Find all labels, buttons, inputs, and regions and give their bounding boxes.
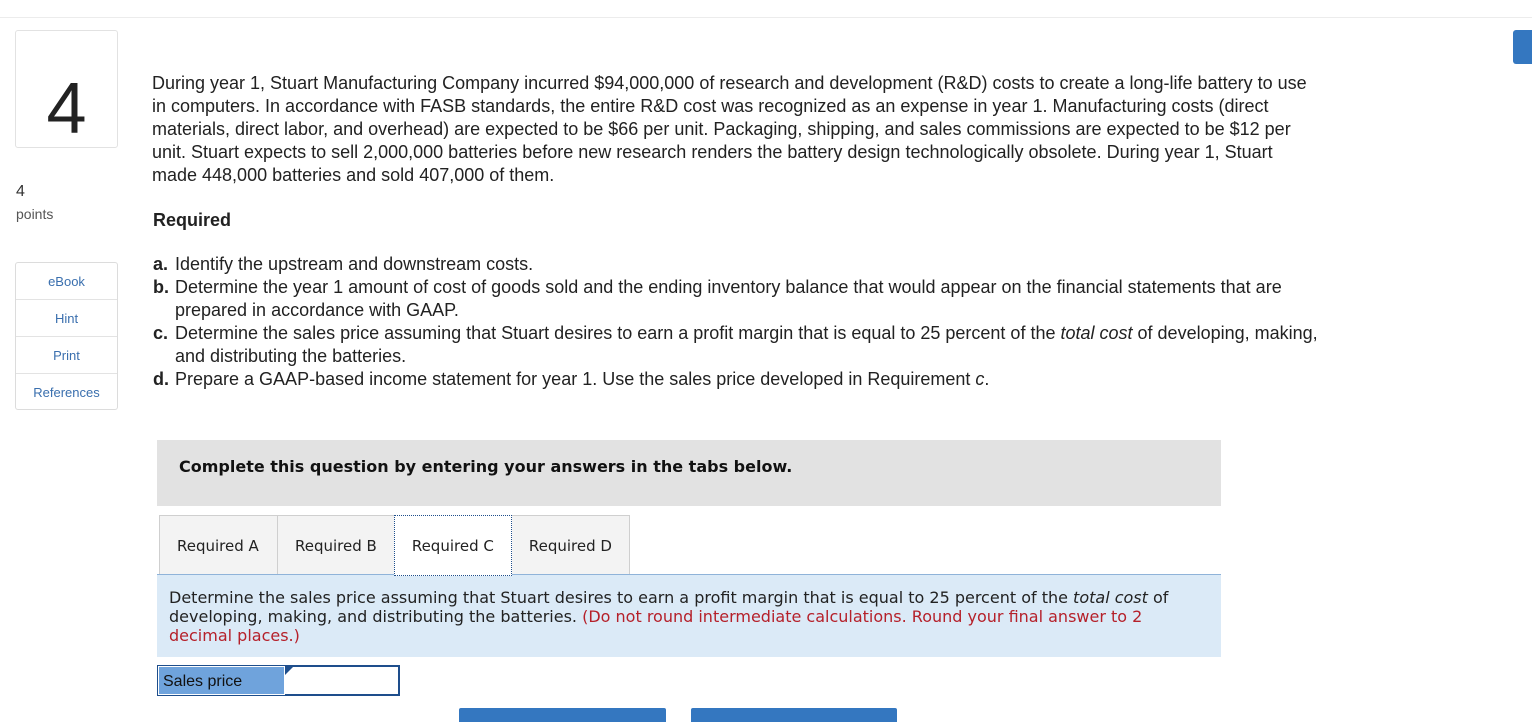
requirement-b: b. Determine the year 1 amount of cost o… bbox=[153, 276, 1333, 322]
top-divider bbox=[0, 17, 1532, 18]
requirement-letter: c. bbox=[153, 323, 169, 343]
question-number-box: 4 bbox=[15, 30, 118, 148]
requirement-text: Determine the sales price assuming that … bbox=[175, 323, 1061, 343]
tab-required-d[interactable]: Required D bbox=[510, 515, 630, 575]
resource-menu: eBook Hint Print References bbox=[15, 262, 118, 410]
sales-price-input[interactable] bbox=[285, 667, 398, 694]
requirement-d: d. Prepare a GAAP-based income statement… bbox=[153, 368, 1333, 391]
requirements-list: a. Identify the upstream and downstream … bbox=[153, 253, 1333, 391]
requirement-italic: total cost bbox=[1060, 323, 1133, 343]
print-link[interactable]: Print bbox=[16, 337, 117, 374]
tab-panel-text: Determine the sales price assuming that … bbox=[169, 588, 1209, 645]
ebook-link[interactable]: eBook bbox=[16, 263, 117, 300]
instruction-bar: Complete this question by entering your … bbox=[157, 440, 1221, 506]
tab-required-b[interactable]: Required B bbox=[277, 515, 395, 575]
question-number: 4 bbox=[46, 69, 87, 149]
tab-panel-instructions: Determine the sales price assuming that … bbox=[157, 574, 1221, 657]
requirement-text-end: . bbox=[984, 369, 990, 389]
input-corner-marker bbox=[285, 667, 293, 675]
requirement-text: Prepare a GAAP-based income statement fo… bbox=[175, 369, 976, 389]
references-link[interactable]: References bbox=[16, 374, 117, 411]
requirement-tabs: Required A Required B Required C Require… bbox=[159, 515, 630, 576]
answer-row: Sales price bbox=[157, 665, 400, 696]
points-label: points bbox=[16, 206, 54, 222]
problem-text: During year 1, Stuart Manufacturing Comp… bbox=[152, 73, 1307, 185]
requirement-a: a. Identify the upstream and downstream … bbox=[153, 253, 1333, 276]
requirement-c: c. Determine the sales price assuming th… bbox=[153, 322, 1333, 368]
hint-link[interactable]: Hint bbox=[16, 300, 117, 337]
points-value: 4 bbox=[16, 183, 25, 200]
requirement-letter: b. bbox=[153, 277, 169, 297]
requirement-text: Identify the upstream and downstream cos… bbox=[175, 254, 534, 274]
sales-price-cell[interactable] bbox=[285, 666, 399, 695]
requirement-letter: a. bbox=[153, 254, 169, 274]
side-panel-toggle[interactable] bbox=[1513, 30, 1532, 64]
panel-text: Determine the sales price assuming that … bbox=[169, 588, 1074, 607]
panel-italic: total cost bbox=[1073, 588, 1148, 607]
requirement-letter: d. bbox=[153, 369, 169, 389]
tab-required-c[interactable]: Required C bbox=[393, 515, 512, 576]
requirement-text: Determine the year 1 amount of cost of g… bbox=[175, 277, 1282, 320]
required-heading: Required bbox=[153, 210, 232, 230]
instruction-text: Complete this question by entering your … bbox=[179, 457, 793, 476]
sales-price-label: Sales price bbox=[158, 666, 285, 695]
tab-required-a[interactable]: Required A bbox=[159, 515, 278, 575]
